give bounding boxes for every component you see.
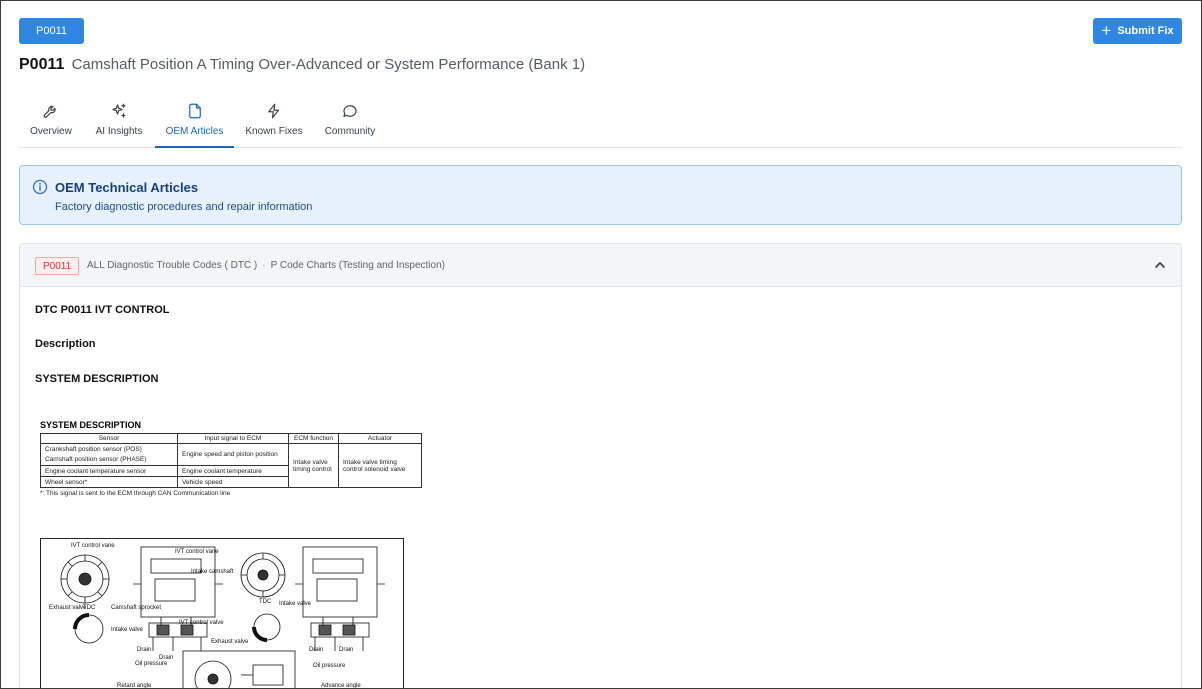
diagram-label: Exhaust valve	[211, 639, 249, 645]
table-cell: Intake valve timing control solenoid val…	[338, 443, 422, 488]
table-cell: Engine speed and piston position	[177, 443, 289, 466]
ivt-diagram-image: IVT control vane IVT control vane Intake…	[40, 538, 404, 689]
info-banner-title: OEM Technical Articles	[55, 180, 199, 195]
table-cell: Vehicle speed	[177, 476, 289, 488]
article-category: ALL Diagnostic Trouble Codes ( DTC )	[87, 260, 258, 271]
diagram-label: TDC	[259, 599, 272, 605]
system-table: Sensor Input signal to ECM ECM function …	[40, 433, 422, 488]
separator-dot: ·	[262, 260, 266, 271]
article-heading-system: SYSTEM DESCRIPTION	[35, 373, 159, 385]
diagram-label: Intake valve	[279, 601, 312, 607]
table-header: Sensor	[40, 433, 178, 444]
chat-bubble-icon	[343, 105, 357, 117]
table-cell: Intake valve timing control	[288, 443, 339, 488]
tab-known-fixes[interactable]: Known Fixes	[245, 97, 303, 147]
diagram-label: Advance angle	[321, 683, 361, 689]
tab-bar: Overview AI Insights OEM Articles Known …	[19, 97, 1182, 148]
tab-label: Community	[324, 126, 376, 137]
tab-label: AI Insights	[95, 126, 143, 137]
diagram-label: TDC	[83, 605, 96, 611]
lightning-icon	[268, 103, 280, 119]
table-header: ECM function	[288, 433, 339, 444]
table-cell: Camshaft position sensor (PHASE)	[40, 454, 178, 466]
article-subcategory: P Code Charts (Testing and Inspection)	[270, 260, 445, 271]
tab-label: Overview	[30, 126, 72, 137]
table-cell: Crankshaft position sensor (POS)	[40, 443, 178, 455]
submit-fix-button[interactable]: + Submit Fix	[1093, 18, 1182, 44]
app-frame: P0011 + Submit Fix P0011 Camshaft Positi…	[0, 0, 1202, 689]
submit-fix-label: Submit Fix	[1117, 25, 1174, 37]
diagram-label: Intake valve	[111, 627, 144, 633]
table-cell: Engine coolant temperature	[177, 465, 289, 477]
article-heading-description: Description	[35, 338, 96, 350]
article-panel: P0011 ALL Diagnostic Trouble Codes ( DTC…	[19, 243, 1182, 689]
info-banner-subtitle: Factory diagnostic procedures and repair…	[55, 201, 313, 213]
info-icon	[32, 179, 48, 195]
diagram-label: IVT control valve	[179, 620, 224, 626]
page-title-description: Camshaft Position A Timing Over-Advanced…	[71, 56, 586, 73]
tab-community[interactable]: Community	[324, 97, 376, 147]
diagram-label: Drain	[309, 647, 323, 653]
page-title-code: P0011	[19, 56, 65, 73]
dtc-code-chip[interactable]: P0011	[19, 18, 84, 44]
chevron-up-icon[interactable]	[1153, 258, 1167, 272]
diagram-label: Intake camshaft	[191, 569, 234, 575]
tab-label: Known Fixes	[245, 126, 303, 137]
diagram-label: IVT control vane	[71, 543, 115, 549]
scan-title: SYSTEM DESCRIPTION	[40, 420, 142, 430]
table-header: Input signal to ECM	[177, 433, 289, 444]
table-cell: Wheel sensor*	[40, 476, 178, 488]
tab-label: OEM Articles	[165, 126, 224, 137]
diagram-label: Drain	[339, 647, 353, 653]
diagram-label: Oil pressure	[313, 663, 346, 669]
info-banner: OEM Technical Articles Factory diagnosti…	[19, 165, 1182, 225]
ivt-diagram-drawing: IVT control vane IVT control vane Intake…	[49, 543, 385, 689]
article-header[interactable]: P0011 ALL Diagnostic Trouble Codes ( DTC…	[20, 244, 1181, 287]
article-code-badge: P0011	[35, 257, 80, 275]
sparkles-icon	[112, 103, 126, 118]
table-footnote: *: This signal is sent to the ECM throug…	[40, 490, 231, 497]
article-heading-dtc: DTC P0011 IVT CONTROL	[35, 304, 170, 316]
table-header: Actuator	[338, 433, 422, 444]
tab-oem-articles[interactable]: OEM Articles	[155, 97, 234, 148]
page-title: P0011 Camshaft Position A Timing Over-Ad…	[19, 56, 585, 74]
system-description-table-image: SYSTEM DESCRIPTION Sensor Input signal t…	[40, 420, 422, 497]
diagram-label: Exhaust valve	[49, 605, 87, 611]
tab-ai-insights[interactable]: AI Insights	[89, 97, 149, 147]
plus-icon: +	[1101, 20, 1112, 40]
tab-overview[interactable]: Overview	[19, 97, 83, 147]
wrench-icon	[43, 105, 56, 118]
article-breadcrumb: ALL Diagnostic Trouble Codes ( DTC ) · P C…	[87, 260, 445, 271]
document-icon	[188, 103, 201, 119]
diagram-label: Camshaft sprocket	[111, 605, 161, 611]
diagram-label: IVT control vane	[175, 549, 219, 555]
diagram-label: Retard angle	[117, 683, 152, 689]
diagram-label: Oil pressure	[135, 661, 168, 667]
diagram-label: Drain	[137, 647, 151, 653]
table-cell: Engine coolant temperature sensor	[40, 465, 178, 477]
